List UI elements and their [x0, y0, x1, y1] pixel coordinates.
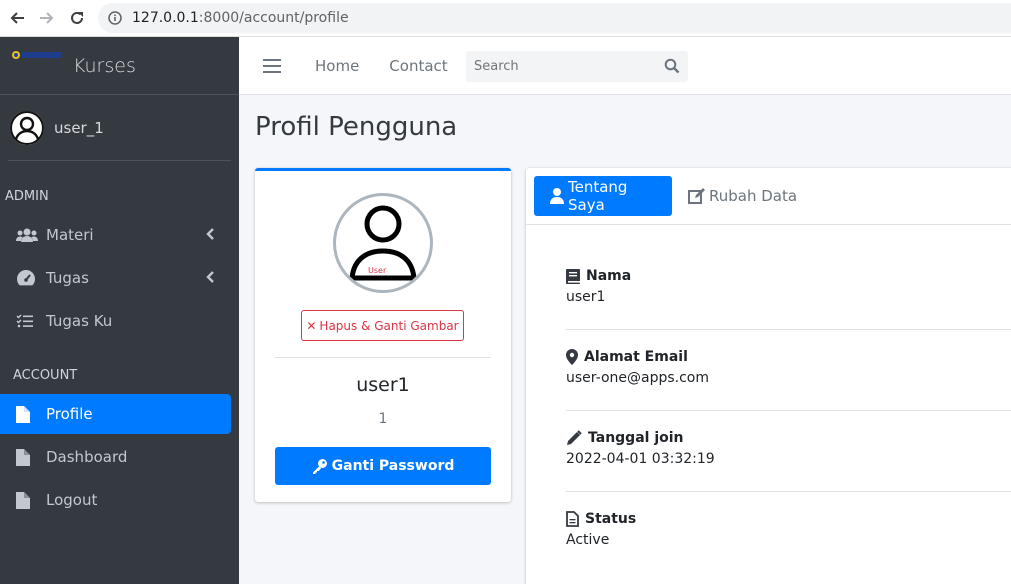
search-icon[interactable]	[664, 58, 682, 76]
user-panel[interactable]: user_1	[8, 95, 231, 161]
sidebar-item-logout[interactable]: Logout	[0, 480, 231, 520]
sidebar: Kurses user_1 ADMIN Materi Tugas Tugas K…	[0, 37, 239, 584]
brand-link[interactable]: Kurses	[0, 37, 239, 95]
sidebar-item-label: Dashboard	[46, 448, 128, 466]
info-icon[interactable]	[108, 11, 122, 25]
field-join-date: Tanggal join 2022-04-01 03:32:19	[566, 430, 1011, 467]
tab-bar: Tentang Saya Rubah Data	[526, 168, 1011, 225]
sidebar-item-profile[interactable]: Profile	[0, 394, 231, 434]
sidebar-item-tugas[interactable]: Tugas	[0, 258, 231, 298]
field-label: Alamat Email	[584, 349, 688, 365]
avatar	[10, 110, 44, 145]
user-avatar-icon	[349, 205, 417, 281]
back-arrow-icon[interactable]	[2, 3, 32, 33]
profile-card: User ✕ Hapus & Ganti Gambar user1 1 Gant…	[255, 168, 511, 502]
key-icon	[312, 458, 328, 474]
page-title: Profil Pengguna	[255, 112, 458, 142]
divider	[566, 329, 1011, 330]
book-icon	[566, 268, 580, 284]
remove-photo-label: Hapus & Ganti Gambar	[319, 318, 459, 333]
profile-id: 1	[378, 411, 388, 427]
detail-card: Tentang Saya Rubah Data Nama user1 Alama…	[526, 168, 1011, 584]
profile-picture: User	[333, 193, 433, 293]
file-icon	[16, 490, 40, 510]
browser-toolbar: 127.0.0.1:8000/account/profile	[0, 0, 1011, 37]
nav-header-admin: ADMIN	[5, 189, 49, 204]
divider	[566, 410, 1011, 411]
gauge-icon	[16, 268, 40, 288]
navbar-search	[466, 51, 688, 82]
change-password-button[interactable]: Ganti Password	[275, 447, 491, 485]
tasks-icon	[16, 311, 40, 331]
map-marker-icon	[566, 349, 578, 365]
sidebar-username[interactable]: user_1	[54, 119, 104, 137]
edit-icon	[688, 188, 705, 204]
field-value: Active	[566, 532, 610, 548]
file-icon	[16, 404, 40, 424]
divider	[566, 491, 1011, 492]
search-input[interactable]	[466, 59, 646, 74]
field-label: Nama	[586, 268, 632, 284]
forward-arrow-icon[interactable]	[32, 3, 62, 33]
brand-logo	[10, 44, 64, 68]
tab-tentang-saya[interactable]: Tentang Saya	[534, 176, 672, 216]
field-email: Alamat Email user-one@apps.com	[566, 349, 1011, 386]
file-icon	[16, 447, 40, 467]
change-password-label: Ganti Password	[331, 458, 455, 474]
field-value: 2022-04-01 03:32:19	[566, 451, 715, 467]
sidebar-item-label: Materi	[46, 226, 94, 244]
address-bar[interactable]: 127.0.0.1:8000/account/profile	[98, 3, 1011, 33]
chevron-left-icon	[205, 227, 217, 241]
sidebar-item-label: Logout	[46, 491, 98, 509]
user-icon	[550, 188, 564, 204]
field-value: user-one@apps.com	[566, 370, 710, 386]
tab-label: Tentang Saya	[568, 178, 628, 214]
sidebar-item-label: Tugas	[46, 269, 89, 287]
chevron-left-icon	[205, 270, 217, 284]
close-icon: ✕	[306, 318, 317, 333]
avatar-caption: User	[368, 266, 387, 275]
nav-link-home[interactable]: Home	[315, 57, 359, 75]
sidebar-item-materi[interactable]: Materi	[0, 215, 231, 255]
remove-photo-button[interactable]: ✕ Hapus & Ganti Gambar	[301, 310, 464, 341]
user-avatar-icon	[10, 110, 44, 145]
file-text-icon	[566, 511, 579, 527]
tab-rubah-data[interactable]: Rubah Data	[672, 176, 813, 216]
profile-username: user1	[356, 374, 410, 396]
pencil-icon	[566, 430, 582, 446]
sidebar-item-dashboard[interactable]: Dashboard	[0, 437, 231, 477]
sidebar-item-tugas-ku[interactable]: Tugas Ku	[0, 301, 231, 341]
top-navbar: Home Contact	[239, 37, 1011, 95]
field-label: Tanggal join	[588, 430, 684, 446]
sidebar-item-label: Profile	[46, 405, 93, 423]
field-nama: Nama user1	[566, 268, 1011, 305]
nav-link-contact[interactable]: Contact	[389, 57, 447, 75]
brand-text: Kurses	[73, 54, 136, 77]
nav-header-account: ACCOUNT	[13, 368, 78, 383]
field-value: user1	[566, 289, 606, 305]
hamburger-menu-icon[interactable]	[263, 58, 281, 73]
tab-label: Rubah Data	[709, 187, 798, 205]
field-label: Status	[585, 511, 637, 527]
url-host: 127.0.0.1	[132, 10, 199, 26]
reload-icon[interactable]	[62, 3, 92, 33]
sidebar-item-label: Tugas Ku	[46, 312, 113, 330]
url-path: :8000/account/profile	[198, 10, 349, 26]
field-status: Status Active	[566, 511, 1011, 548]
users-icon	[16, 225, 40, 245]
divider	[275, 357, 491, 358]
